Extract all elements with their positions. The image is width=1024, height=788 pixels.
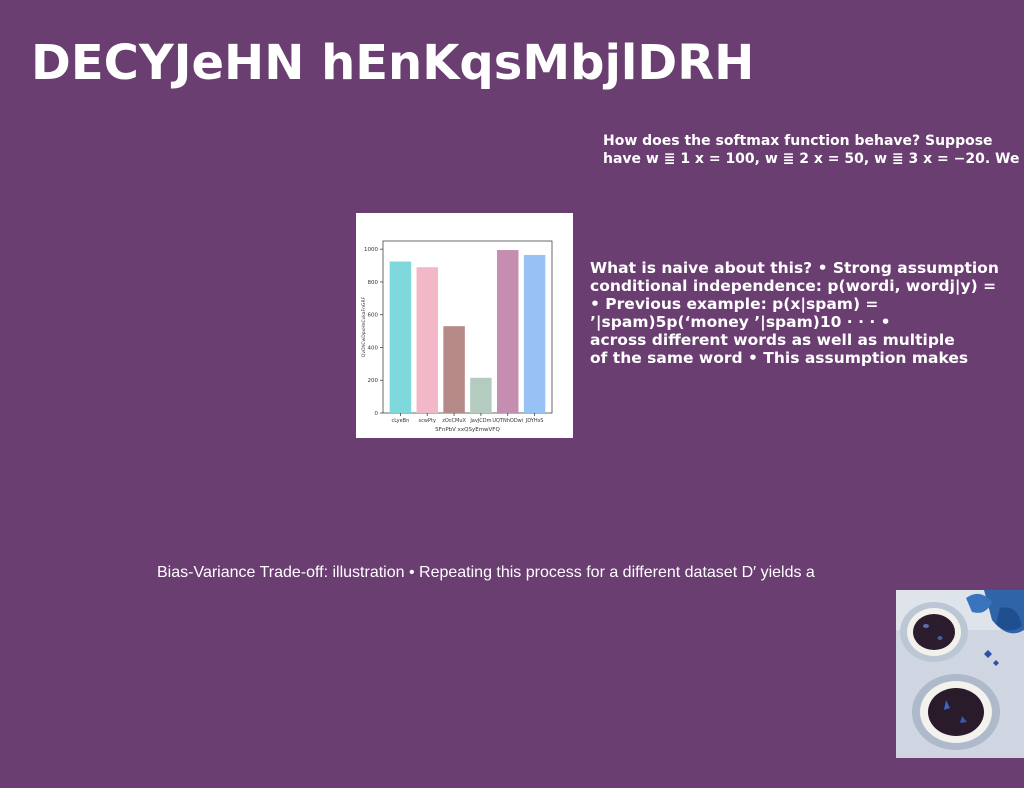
naive-line: ’|spam)5p(‘money ’|spam)10 · · · •: [590, 313, 891, 331]
slide-title: DECYJeHN hEnKqsMbjlDRH: [31, 35, 755, 91]
bar: [497, 250, 519, 413]
bias-variance-caption: Bias-Variance Trade-off: illustration • …: [157, 564, 815, 581]
x-tick-label: JavJCDm: [469, 418, 491, 424]
naive-line: What is naive about this? • Strong assum…: [590, 259, 999, 277]
naive-bayes-text-block: What is naive about this? • Strong assum…: [590, 259, 999, 367]
softmax-line: have w ≣ 1 x = 100, w ≣ 2 x = 50, w ≣ 3 …: [603, 151, 1020, 167]
naive-line: conditional independence: p(wordi, wordj…: [590, 277, 997, 295]
bar: [470, 377, 492, 413]
x-tick-label: UQTNhODwi: [492, 418, 523, 424]
softmax-line: How does the softmax function behave? Su…: [603, 133, 993, 149]
softmax-text-block: How does the softmax function behave? Su…: [603, 132, 1019, 168]
x-tick-label: zOcCMuX: [442, 418, 466, 424]
tea-cups-photo: [896, 590, 1024, 758]
tea-cups-image-icon: [896, 590, 1024, 758]
naive-line: across different words as well as multip…: [590, 331, 955, 349]
naive-line: • Previous example: p(x|spam) =: [590, 295, 879, 313]
bar: [389, 261, 412, 413]
bar-chart: 0 200 400 600 800 1000 cLyeBn scwPty zOcCMuX JavJ…: [356, 213, 573, 438]
bar: [416, 267, 438, 413]
x-axis-label: SFnPbV xxQSyEmwVFQ: [435, 427, 500, 433]
y-tick-label: 400: [368, 345, 379, 351]
bar: [523, 254, 546, 413]
y-tick-label: 600: [368, 313, 379, 319]
x-tick-label: JDYHsS: [525, 418, 544, 424]
y-tick-label: 800: [368, 280, 379, 286]
y-tick-label: 0: [375, 411, 379, 417]
y-axis-label: QvOhCwDpxHnCvkaFnGRF: [361, 296, 367, 357]
x-tick-label: cLyeBn: [392, 418, 410, 424]
x-tick-label: scwPty: [419, 418, 436, 424]
y-tick-label: 1000: [364, 247, 378, 253]
naive-line: of the same word • This assumption makes: [590, 349, 969, 367]
bar-chart-svg: 0 200 400 600 800 1000 cLyeBn scwPty zOcCMuX JavJ…: [361, 240, 553, 433]
bar: [443, 326, 465, 413]
y-tick-label: 200: [368, 378, 379, 384]
